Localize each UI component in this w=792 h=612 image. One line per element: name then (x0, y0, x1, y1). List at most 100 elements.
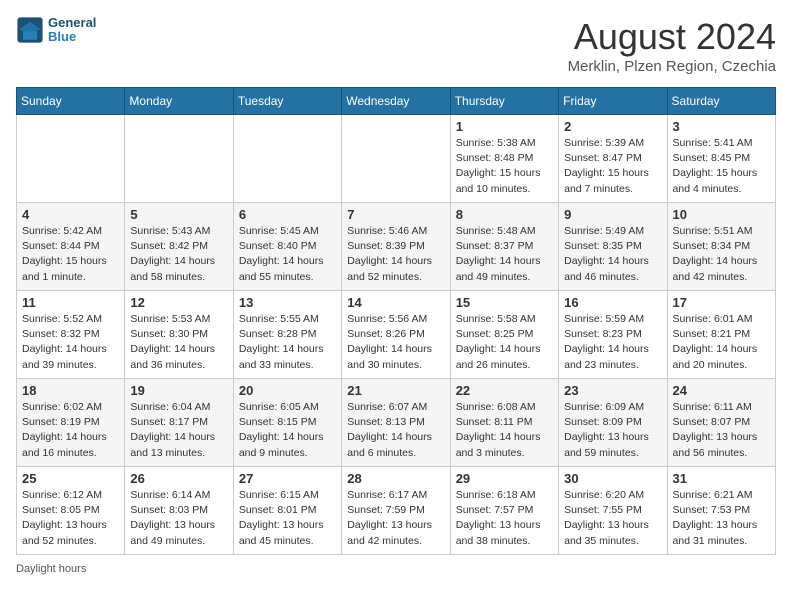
logo-text: General Blue (48, 16, 96, 45)
calendar-cell: 31 Sunrise: 6:21 AMSunset: 7:53 PMDayligh… (667, 467, 775, 555)
calendar-cell (233, 115, 341, 203)
day-number: 6 (239, 207, 336, 222)
day-number: 25 (22, 471, 119, 486)
calendar-header-day: Saturday (667, 88, 775, 115)
day-number: 24 (673, 383, 770, 398)
calendar-header-row: SundayMondayTuesdayWednesdayThursdayFrid… (17, 88, 776, 115)
day-number: 30 (564, 471, 661, 486)
day-number: 27 (239, 471, 336, 486)
calendar-cell: 23 Sunrise: 6:09 AMSunset: 8:09 PMDayligh… (559, 379, 667, 467)
day-number: 11 (22, 295, 119, 310)
calendar-cell: 26Sunrise: 6:14 AMSunset: 8:03 PMDayligh… (125, 467, 233, 555)
calendar-header-day: Monday (125, 88, 233, 115)
day-info: Sunrise: 6:11 AMSunset: 8:07 PMDaylight:… (673, 400, 770, 461)
header: General Blue August 2024 Merklin, Plzen … (16, 16, 776, 75)
day-number: 29 (456, 471, 553, 486)
day-info: Sunrise: 6:18 AMSunset: 7:57 PMDaylight:… (456, 488, 553, 549)
calendar-cell: 4 Sunrise: 5:42 AMSunset: 8:44 PMDaylight… (17, 203, 125, 291)
day-number: 5 (130, 207, 227, 222)
day-info: Sunrise: 5:38 AMSunset: 8:48 PMDaylight:… (456, 136, 553, 197)
day-number: 15 (456, 295, 553, 310)
calendar-header-day: Sunday (17, 88, 125, 115)
day-number: 17 (673, 295, 770, 310)
calendar-header-day: Friday (559, 88, 667, 115)
day-number: 14 (347, 295, 444, 310)
day-info: Sunrise: 6:08 AMSunset: 8:11 PMDaylight:… (456, 400, 553, 461)
calendar-cell: 9Sunrise: 5:49 AMSunset: 8:35 PMDaylight… (559, 203, 667, 291)
day-info: Sunrise: 5:42 AMSunset: 8:44 PMDaylight:… (22, 224, 119, 285)
calendar-cell: 2 Sunrise: 5:39 AMSunset: 8:47 PMDaylight… (559, 115, 667, 203)
calendar-week-row: 11 Sunrise: 5:52 AMSunset: 8:32 PMDayligh… (17, 291, 776, 379)
calendar-cell: 14 Sunrise: 5:56 AMSunset: 8:26 PMDayligh… (342, 291, 450, 379)
day-info: Sunrise: 6:04 AMSunset: 8:17 PMDaylight:… (130, 400, 227, 461)
calendar-cell: 13Sunrise: 5:55 AMSunset: 8:28 PMDayligh… (233, 291, 341, 379)
day-info: Sunrise: 5:43 AMSunset: 8:42 PMDaylight:… (130, 224, 227, 285)
calendar-cell: 6 Sunrise: 5:45 AMSunset: 8:40 PMDaylight… (233, 203, 341, 291)
day-number: 8 (456, 207, 553, 222)
day-number: 28 (347, 471, 444, 486)
day-info: Sunrise: 5:41 AMSunset: 8:45 PMDaylight:… (673, 136, 770, 197)
day-info: Sunrise: 6:12 AMSunset: 8:05 PMDaylight:… (22, 488, 119, 549)
day-number: 4 (22, 207, 119, 222)
day-number: 31 (673, 471, 770, 486)
day-info: Sunrise: 5:58 AMSunset: 8:25 PMDaylight:… (456, 312, 553, 373)
title-area: August 2024 Merklin, Plzen Region, Czech… (568, 16, 776, 75)
day-info: Sunrise: 5:52 AMSunset: 8:32 PMDaylight:… (22, 312, 119, 373)
calendar-cell: 24 Sunrise: 6:11 AMSunset: 8:07 PMDayligh… (667, 379, 775, 467)
calendar-cell: 8 Sunrise: 5:48 AMSunset: 8:37 PMDaylight… (450, 203, 558, 291)
calendar-cell: 5 Sunrise: 5:43 AMSunset: 8:42 PMDaylight… (125, 203, 233, 291)
calendar-week-row: 1 Sunrise: 5:38 AMSunset: 8:48 PMDaylight… (17, 115, 776, 203)
day-info: Sunrise: 5:48 AMSunset: 8:37 PMDaylight:… (456, 224, 553, 285)
day-info: Sunrise: 5:59 AMSunset: 8:23 PMDaylight:… (564, 312, 661, 373)
calendar-header-day: Thursday (450, 88, 558, 115)
calendar-cell: 29 Sunrise: 6:18 AMSunset: 7:57 PMDayligh… (450, 467, 558, 555)
calendar-week-row: 18Sunrise: 6:02 AMSunset: 8:19 PMDayligh… (17, 379, 776, 467)
day-info: Sunrise: 6:15 AMSunset: 8:01 PMDaylight:… (239, 488, 336, 549)
logo: General Blue (16, 16, 96, 45)
calendar-cell: 17Sunrise: 6:01 AMSunset: 8:21 PMDayligh… (667, 291, 775, 379)
day-number: 23 (564, 383, 661, 398)
day-number: 12 (130, 295, 227, 310)
day-number: 22 (456, 383, 553, 398)
day-info: Sunrise: 5:53 AMSunset: 8:30 PMDaylight:… (130, 312, 227, 373)
daylight-note: Daylight hours (16, 563, 86, 575)
day-info: Sunrise: 6:17 AMSunset: 7:59 PMDaylight:… (347, 488, 444, 549)
day-info: Sunrise: 5:45 AMSunset: 8:40 PMDaylight:… (239, 224, 336, 285)
day-info: Sunrise: 5:51 AMSunset: 8:34 PMDaylight:… (673, 224, 770, 285)
day-info: Sunrise: 6:09 AMSunset: 8:09 PMDaylight:… (564, 400, 661, 461)
day-info: Sunrise: 6:07 AMSunset: 8:13 PMDaylight:… (347, 400, 444, 461)
day-info: Sunrise: 5:39 AMSunset: 8:47 PMDaylight:… (564, 136, 661, 197)
day-number: 20 (239, 383, 336, 398)
calendar-cell: 11 Sunrise: 5:52 AMSunset: 8:32 PMDayligh… (17, 291, 125, 379)
calendar-cell: 3Sunrise: 5:41 AMSunset: 8:45 PMDaylight… (667, 115, 775, 203)
calendar-cell: 20 Sunrise: 6:05 AMSunset: 8:15 PMDayligh… (233, 379, 341, 467)
calendar-cell: 15 Sunrise: 5:58 AMSunset: 8:25 PMDayligh… (450, 291, 558, 379)
day-info: Sunrise: 6:20 AMSunset: 7:55 PMDaylight:… (564, 488, 661, 549)
day-number: 19 (130, 383, 227, 398)
day-info: Sunrise: 6:21 AMSunset: 7:53 PMDaylight:… (673, 488, 770, 549)
calendar-cell: 30 Sunrise: 6:20 AMSunset: 7:55 PMDayligh… (559, 467, 667, 555)
calendar-week-row: 25 Sunrise: 6:12 AMSunset: 8:05 PMDayligh… (17, 467, 776, 555)
calendar-cell: 12 Sunrise: 5:53 AMSunset: 8:30 PMDayligh… (125, 291, 233, 379)
calendar-cell: 21Sunrise: 6:07 AMSunset: 8:13 PMDayligh… (342, 379, 450, 467)
day-info: Sunrise: 5:56 AMSunset: 8:26 PMDaylight:… (347, 312, 444, 373)
day-number: 18 (22, 383, 119, 398)
day-info: Sunrise: 6:14 AMSunset: 8:03 PMDaylight:… (130, 488, 227, 549)
month-year: August 2024 (568, 16, 776, 58)
calendar-cell: 22 Sunrise: 6:08 AMSunset: 8:11 PMDayligh… (450, 379, 558, 467)
day-number: 10 (673, 207, 770, 222)
calendar-cell: 1 Sunrise: 5:38 AMSunset: 8:48 PMDaylight… (450, 115, 558, 203)
calendar-cell: 7Sunrise: 5:46 AMSunset: 8:39 PMDaylight… (342, 203, 450, 291)
day-number: 2 (564, 119, 661, 134)
calendar-cell: 28 Sunrise: 6:17 AMSunset: 7:59 PMDayligh… (342, 467, 450, 555)
day-info: Sunrise: 5:55 AMSunset: 8:28 PMDaylight:… (239, 312, 336, 373)
calendar-cell (17, 115, 125, 203)
calendar-cell (342, 115, 450, 203)
day-number: 16 (564, 295, 661, 310)
location: Merklin, Plzen Region, Czechia (568, 58, 776, 75)
day-number: 1 (456, 119, 553, 134)
day-info: Sunrise: 6:05 AMSunset: 8:15 PMDaylight:… (239, 400, 336, 461)
calendar-header-day: Tuesday (233, 88, 341, 115)
day-number: 9 (564, 207, 661, 222)
calendar-cell: 16 Sunrise: 5:59 AMSunset: 8:23 PMDayligh… (559, 291, 667, 379)
